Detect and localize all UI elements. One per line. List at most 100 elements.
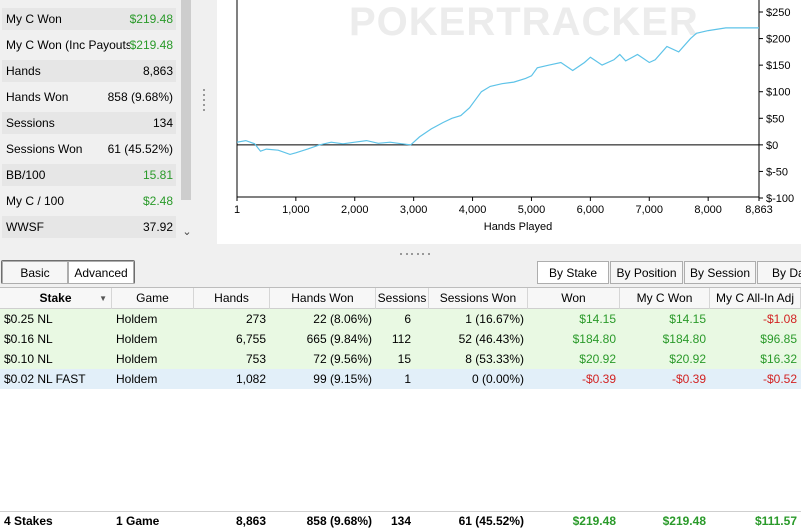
table-row[interactable]: $0.10 NL Holdem 753 72 (9.56%) 15 8 (53.33%) $…: [0, 349, 801, 369]
table-cell: Holdem: [116, 372, 158, 386]
table-row[interactable]: $0.02 NL FAST Holdem 1,082 99 (9.15%) 1 0 (0.…: [0, 369, 801, 389]
tab-by-position[interactable]: By Position: [610, 261, 683, 284]
y-tick-label: $-50: [766, 166, 788, 178]
stat-row: My C Won (Inc Payouts) $219.48: [2, 34, 176, 56]
tab-basic[interactable]: Basic: [2, 261, 68, 284]
table-cell: $0.02 NL FAST: [4, 372, 86, 386]
table-cell: 1,082: [235, 372, 266, 386]
stat-label: Hands: [6, 64, 41, 78]
total-cell: 134: [390, 514, 411, 528]
stat-value: $219.48: [129, 12, 173, 26]
x-tick-label: 3,000: [400, 204, 428, 216]
tab-by-session-label: By Session: [689, 265, 751, 280]
stat-row: My C / 100 $2.48: [2, 190, 176, 212]
table-totals-row: 4 Stakes 1 Game 8,863 858 (9.68%) 134 61 (45.…: [0, 511, 801, 529]
stat-value: 61 (45.52%): [107, 142, 173, 156]
column-header[interactable]: Sessions: [376, 288, 429, 309]
vertical-splitter-grip[interactable]: [200, 86, 208, 116]
chevron-down-icon[interactable]: ⌄: [181, 226, 193, 238]
column-header[interactable]: Game: [112, 288, 194, 309]
table-cell: Holdem: [116, 332, 158, 346]
y-tick-label: $0: [766, 140, 778, 152]
total-cell: 61 (45.52%): [458, 514, 524, 528]
stats-panel: My C Won $219.48 My C Won (Inc Payouts) $21…: [0, 0, 196, 244]
column-header[interactable]: Sessions Won: [429, 288, 528, 309]
x-axis-label: Hands Played: [484, 221, 553, 233]
tab-by-session[interactable]: By Session: [684, 261, 756, 284]
tab-by-date[interactable]: By Da: [757, 261, 801, 284]
stat-label: WWSF: [6, 220, 44, 234]
total-cell: $219.48: [572, 514, 616, 528]
table-cell: $16.32: [760, 352, 797, 366]
column-header[interactable]: Hands Won: [270, 288, 376, 309]
table-cell: 22 (8.06%): [313, 312, 372, 326]
total-cell: $111.57: [754, 514, 797, 528]
column-header-label: Hands Won: [291, 291, 354, 305]
stat-label: My C Won: [6, 12, 62, 26]
y-tick-label: $100: [766, 87, 790, 99]
table-cell: 1 (16.67%): [465, 312, 524, 326]
tab-by-position-label: By Position: [616, 265, 677, 280]
column-header-label: My C Won: [636, 291, 693, 305]
table-cell: Holdem: [116, 312, 158, 326]
x-tick-label: 8,000: [694, 204, 722, 216]
table-cell: $0.25 NL: [4, 312, 53, 326]
column-header-label: Game: [136, 291, 169, 305]
table-row[interactable]: $0.16 NL Holdem 6,755 665 (9.84%) 112 52 (46.…: [0, 329, 801, 349]
total-cell: 4 Stakes: [4, 514, 53, 528]
table-cell: -$1.08: [762, 312, 797, 326]
stat-label: Sessions Won: [6, 142, 83, 156]
table-row[interactable]: $0.25 NL Holdem 273 22 (8.06%) 6 1 (16.67%) $1…: [0, 309, 801, 329]
table-cell: 1: [404, 372, 411, 386]
table-cell: 99 (9.15%): [313, 372, 372, 386]
stat-row: Sessions 134: [2, 112, 176, 134]
table-cell: 52 (46.43%): [458, 332, 524, 346]
x-tick-label: 4,000: [459, 204, 487, 216]
x-tick-label: 2,000: [341, 204, 369, 216]
column-header[interactable]: Won: [528, 288, 620, 309]
column-header[interactable]: My C Won: [620, 288, 710, 309]
table-cell: $184.80: [572, 332, 616, 346]
table-cell: $0.10 NL: [4, 352, 53, 366]
table-cell: 15: [397, 352, 411, 366]
table-cell: $20.92: [579, 352, 616, 366]
stat-label: My C / 100: [6, 194, 65, 208]
table-cell: $0.16 NL: [4, 332, 53, 346]
table-cell: $14.15: [669, 312, 706, 326]
table-cell: $184.80: [662, 332, 706, 346]
tab-by-stake[interactable]: By Stake: [537, 261, 609, 284]
table-cell: -$0.39: [671, 372, 706, 386]
y-tick-label: $200: [766, 34, 790, 46]
winnings-series-line: [236, 27, 759, 156]
stat-row: Hands Won 858 (9.68%): [2, 86, 176, 108]
x-tick-label: 5,000: [518, 204, 546, 216]
column-header[interactable]: My C All-In Adj: [710, 288, 801, 309]
column-header[interactable]: Hands: [194, 288, 270, 309]
x-tick-label: 1: [234, 204, 240, 216]
stat-label: BB/100: [6, 168, 46, 182]
table-cell: 6,755: [235, 332, 266, 346]
scrollbar-thumb[interactable]: [181, 0, 191, 200]
horizontal-splitter-grip[interactable]: [400, 253, 430, 259]
table-cell: 0 (0.00%): [471, 372, 524, 386]
column-header[interactable]: Stake ▼: [0, 288, 112, 309]
column-header-label: Stake: [39, 291, 72, 305]
y-tick-label: $50: [766, 113, 784, 125]
stat-value: 8,863: [142, 64, 173, 78]
x-tick-label: 6,000: [577, 204, 605, 216]
stat-row: Sessions Won 61 (45.52%): [2, 138, 176, 160]
column-header-label: Hands: [214, 291, 249, 305]
table-cell: 112: [391, 332, 411, 346]
table-cell: -$0.52: [762, 372, 797, 386]
column-header-label: My C All-In Adj: [715, 291, 795, 305]
app-window: My C Won $219.48 My C Won (Inc Payouts) $21…: [0, 0, 801, 529]
table-cell: Holdem: [116, 352, 158, 366]
stat-label: Sessions: [6, 116, 55, 130]
stats-scrollbar[interactable]: ⌄: [178, 0, 195, 244]
stat-label: My C Won (Inc Payouts): [6, 38, 130, 52]
graph-panel: POKERTRACKER $250 $200 $150 $100 $50 $0 $-50 $-…: [217, 0, 801, 244]
column-header-label: Sessions Won: [439, 291, 517, 305]
sort-descending-icon: ▼: [99, 294, 107, 303]
tab-advanced[interactable]: Advanced: [68, 261, 134, 284]
table-cell: 665 (9.84%): [306, 332, 372, 346]
